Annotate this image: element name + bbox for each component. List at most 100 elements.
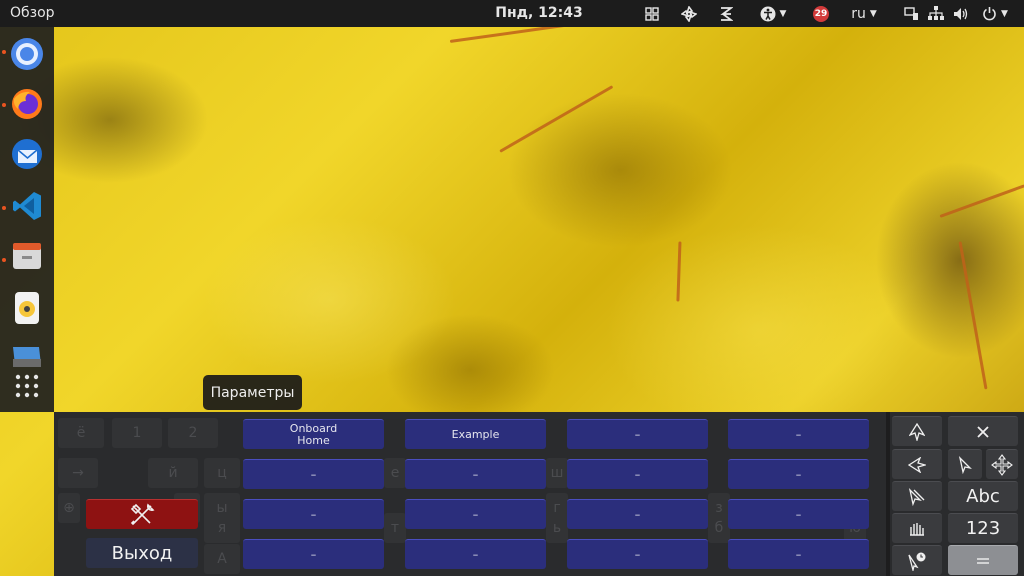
- snippet-button[interactable]: –: [728, 459, 869, 489]
- chromium-launcher[interactable]: [8, 35, 46, 73]
- snippet-button[interactable]: –: [728, 419, 869, 449]
- snippet-button[interactable]: –: [405, 539, 546, 569]
- hand-icon: [910, 522, 924, 536]
- numbers-layout-button[interactable]: 123: [948, 513, 1018, 543]
- snippet-button[interactable]: –: [567, 419, 708, 449]
- firefox-launcher[interactable]: [8, 85, 46, 123]
- faint-key: т: [384, 513, 406, 543]
- snippet-button[interactable]: Onboard Home: [243, 419, 384, 449]
- vscode-icon: [13, 192, 41, 220]
- snippet-label: –: [472, 507, 479, 521]
- exit-button[interactable]: Выход: [86, 538, 198, 568]
- notification-count-badge: 29: [813, 5, 829, 22]
- close-keyboard-button[interactable]: [948, 416, 1018, 446]
- snippet-label: –: [310, 507, 317, 521]
- snippet-button[interactable]: –: [405, 499, 546, 529]
- move-keyboard-button[interactable]: [986, 449, 1018, 479]
- install-icon: [13, 347, 41, 367]
- snippet-label: –: [634, 507, 641, 521]
- screenshot-tool-icon[interactable]: [679, 0, 699, 27]
- pointer-clock-icon: [908, 552, 926, 571]
- snippet-label: –: [795, 547, 802, 561]
- faint-key: 1: [112, 418, 162, 448]
- faint-key: А: [204, 544, 240, 574]
- files-launcher[interactable]: [8, 237, 46, 275]
- display-icon[interactable]: [902, 0, 920, 27]
- running-indicator: [2, 103, 6, 107]
- pointer-button[interactable]: [948, 449, 982, 479]
- language-menu[interactable]: ru ▼: [846, 0, 882, 27]
- snippet-button[interactable]: –: [405, 459, 546, 489]
- notifications-indicator[interactable]: 29: [812, 0, 830, 27]
- faint-tab-key: →: [58, 458, 98, 488]
- network-icon[interactable]: [927, 0, 945, 27]
- faint-key: й: [148, 458, 198, 488]
- show-applications-button[interactable]: [8, 367, 46, 405]
- thunderbird-icon: [12, 139, 42, 169]
- snippet-button[interactable]: –: [728, 539, 869, 569]
- arrow-up-outline-icon: [909, 422, 925, 441]
- move-up-button[interactable]: [892, 416, 942, 446]
- rhythmbox-icon: [15, 292, 39, 324]
- snippet-label: Example: [451, 427, 500, 441]
- snippet-button[interactable]: –: [728, 499, 869, 529]
- move-left-button[interactable]: [892, 449, 942, 479]
- workspace-grid-icon[interactable]: [642, 0, 662, 27]
- tools-icon: [130, 502, 155, 525]
- system-menu[interactable]: ▼: [977, 0, 1013, 27]
- vscode-launcher[interactable]: [8, 187, 46, 225]
- panel-divider: [886, 412, 890, 576]
- snippet-button[interactable]: Example: [405, 419, 546, 449]
- click-pointer-button[interactable]: [892, 481, 942, 511]
- snippet-button[interactable]: –: [243, 459, 384, 489]
- drag-hand-button[interactable]: [892, 513, 942, 543]
- leaf-vein: [958, 241, 988, 390]
- dropbox-like-icon[interactable]: [716, 0, 736, 27]
- keyboard-settings-button[interactable]: [86, 499, 198, 529]
- files-icon: [13, 243, 41, 269]
- snippet-label: Onboard Home: [289, 421, 338, 447]
- snippet-label: –: [310, 547, 317, 561]
- snippet-label: –: [795, 467, 802, 481]
- move-arrows-icon: [991, 453, 1013, 476]
- clock-button[interactable]: Пнд, 12:43: [495, 5, 582, 21]
- volume-icon[interactable]: [952, 0, 970, 27]
- leaf-vein: [499, 85, 614, 153]
- close-icon: [977, 425, 989, 438]
- snippet-button[interactable]: –: [567, 459, 708, 489]
- show-apps-icon: [15, 374, 39, 398]
- snippet-button[interactable]: –: [567, 499, 708, 529]
- arrow-left-outline-icon: [908, 456, 926, 473]
- leaf-vein: [939, 184, 1024, 218]
- faint-key: я: [204, 513, 240, 543]
- faint-key: 2: [168, 418, 218, 448]
- thunderbird-launcher[interactable]: [8, 135, 46, 173]
- running-indicator: [2, 50, 6, 54]
- power-icon: [983, 7, 996, 21]
- snippet-label: –: [634, 427, 641, 441]
- hover-click-button[interactable]: [892, 545, 942, 575]
- faint-key: ь: [546, 513, 568, 543]
- abc-layout-button[interactable]: Abc: [948, 481, 1018, 511]
- firefox-icon: [12, 89, 42, 119]
- snippet-button[interactable]: –: [567, 539, 708, 569]
- keyboard-layout-label: ru: [851, 5, 866, 22]
- snippet-label: –: [472, 467, 479, 481]
- snippet-label: –: [310, 467, 317, 481]
- activities-button[interactable]: Обзор: [10, 5, 55, 21]
- chevron-down-icon: ▼: [869, 8, 877, 19]
- top-bar: Обзор Пнд, 12:43 ▼ 29 ru ▼ ▼: [0, 0, 1024, 27]
- accessibility-icon: [760, 6, 776, 21]
- rhythmbox-launcher[interactable]: [8, 289, 46, 327]
- chevron-down-icon: ▼: [779, 8, 787, 19]
- snippet-button[interactable]: –: [243, 539, 384, 569]
- snippet-button[interactable]: –: [243, 499, 384, 529]
- snippets-layout-button[interactable]: [948, 545, 1018, 575]
- onboard-keyboard: ё 1 2 → й ц е ш ⊕ ф ы г з я т ь б ю А On…: [54, 412, 1024, 576]
- chevron-down-icon: ▼: [1001, 8, 1008, 19]
- faint-key: ц: [204, 458, 240, 488]
- running-indicator: [2, 258, 6, 262]
- accessibility-menu[interactable]: ▼: [755, 0, 791, 27]
- faint-key: ё: [58, 418, 104, 448]
- menu-lines-icon: [977, 557, 989, 564]
